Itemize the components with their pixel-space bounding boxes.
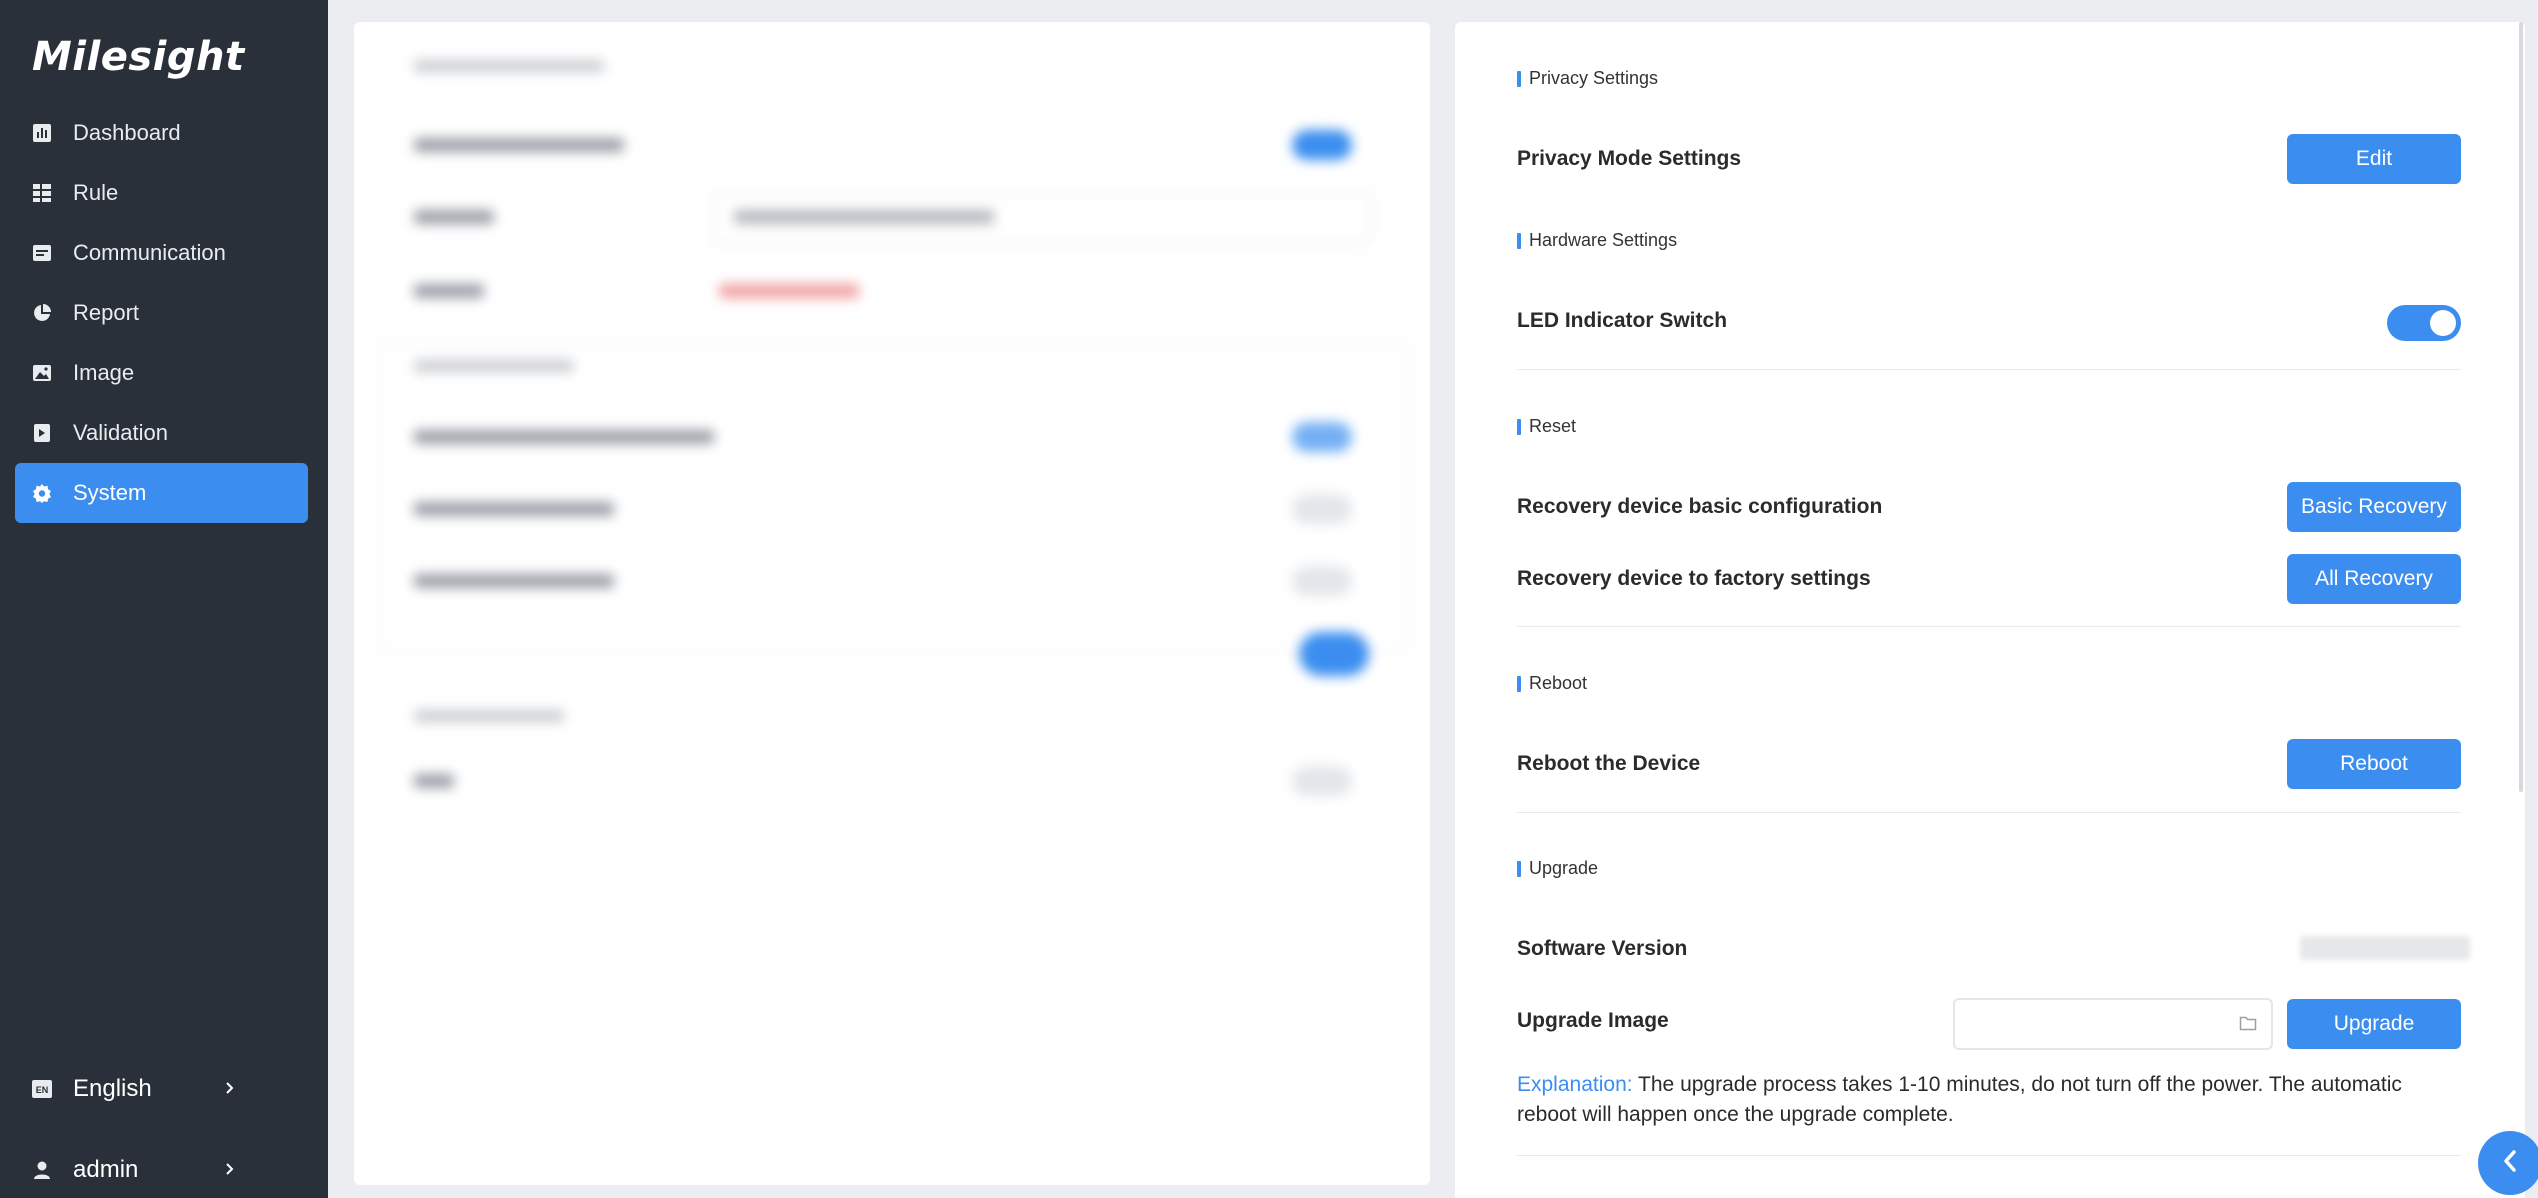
blurred-value <box>734 210 994 224</box>
reboot-button[interactable]: Reboot <box>2287 739 2461 789</box>
user-menu[interactable]: admin <box>15 1142 308 1198</box>
system-maintenance-panel: Privacy Settings Privacy Mode Settings E… <box>1455 22 2525 1198</box>
divider <box>1517 812 2461 813</box>
sidebar-item-label: Report <box>73 300 140 325</box>
sidebar-item-dashboard[interactable]: Dashboard <box>15 103 308 163</box>
software-version-value <box>2300 936 2470 960</box>
section-title-hardware: Hardware Settings <box>1517 230 1677 251</box>
all-recovery-button[interactable]: All Recovery <box>2287 554 2461 604</box>
blurred-button <box>1299 632 1369 676</box>
explanation-prefix: Explanation: <box>1517 1073 1633 1096</box>
blurred-toggle <box>1292 566 1352 596</box>
led-indicator-toggle[interactable] <box>2387 305 2461 341</box>
led-indicator-label: LED Indicator Switch <box>1517 309 1728 332</box>
image-icon <box>31 362 53 384</box>
collapse-panel-button[interactable] <box>2478 1131 2538 1195</box>
blurred-settings-panel <box>354 22 1430 1185</box>
communication-icon <box>31 242 53 264</box>
sidebar-item-label: Communication <box>73 240 226 265</box>
sidebar: Milesight Dashboard Rule Communication R… <box>0 0 328 1198</box>
blurred-content <box>354 22 1430 1185</box>
chevron-left-icon <box>2500 1147 2520 1180</box>
sidebar-item-label: Rule <box>73 180 119 205</box>
upgrade-file-input[interactable] <box>1953 998 2273 1050</box>
divider <box>1517 369 2461 370</box>
chevron-right-icon <box>224 1077 236 1105</box>
blurred-status <box>719 284 859 298</box>
user-icon <box>31 1159 53 1181</box>
privacy-edit-button[interactable]: Edit <box>2287 134 2461 184</box>
chevron-right-icon <box>224 1158 236 1186</box>
blurred-label <box>414 210 494 224</box>
upgrade-button[interactable]: Upgrade <box>2287 999 2461 1049</box>
blurred-label <box>414 284 484 298</box>
sidebar-item-system[interactable]: System <box>15 463 308 523</box>
scrollbar[interactable] <box>2519 22 2523 792</box>
blurred-toggle <box>1292 766 1352 796</box>
blurred-label <box>414 430 714 444</box>
upgrade-image-label: Upgrade Image <box>1517 1009 1669 1032</box>
software-version-label: Software Version <box>1517 937 1688 960</box>
sidebar-item-rule[interactable]: Rule <box>15 163 308 223</box>
brand-logo[interactable]: Milesight <box>32 34 245 80</box>
divider <box>1517 626 2461 627</box>
blurred-label <box>414 574 614 588</box>
blurred-label <box>414 502 614 516</box>
section-title-reset: Reset <box>1517 416 1576 437</box>
blurred-group <box>378 342 1408 652</box>
blurred-toggle <box>1292 130 1352 160</box>
section-title-privacy: Privacy Settings <box>1517 68 1658 89</box>
section-title-upgrade: Upgrade <box>1517 858 1598 879</box>
user-label: admin <box>73 1156 139 1183</box>
basic-recovery-button[interactable]: Basic Recovery <box>2287 482 2461 532</box>
validation-icon <box>31 422 53 444</box>
language-icon: EN <box>31 1078 53 1100</box>
section-title-reboot: Reboot <box>1517 673 1587 694</box>
gear-icon <box>31 482 53 504</box>
explanation-text: The upgrade process takes 1-10 minutes, … <box>1517 1073 2402 1126</box>
upgrade-explanation: Explanation: The upgrade process takes 1… <box>1517 1070 2461 1130</box>
report-icon <box>31 302 53 324</box>
dashboard-icon <box>31 122 53 144</box>
toggle-knob <box>2430 310 2456 336</box>
divider <box>1517 1155 2461 1156</box>
blurred-label <box>414 138 624 152</box>
blurred-heading <box>414 60 604 72</box>
blurred-toggle <box>1292 422 1352 452</box>
sidebar-item-image[interactable]: Image <box>15 343 308 403</box>
sidebar-item-label: Dashboard <box>73 120 181 145</box>
blurred-heading <box>414 710 564 722</box>
sidebar-item-validation[interactable]: Validation <box>15 403 308 463</box>
reboot-label: Reboot the Device <box>1517 752 1701 775</box>
rule-icon <box>31 182 53 204</box>
folder-icon[interactable] <box>2239 1015 2257 1036</box>
blurred-label <box>414 774 454 788</box>
svg-text:EN: EN <box>36 1085 49 1095</box>
language-label: English <box>73 1075 152 1102</box>
blurred-heading <box>414 360 574 372</box>
sidebar-item-label: System <box>73 480 147 505</box>
blurred-toggle <box>1292 494 1352 524</box>
sidebar-item-label: Image <box>73 360 135 385</box>
sidebar-item-report[interactable]: Report <box>15 283 308 343</box>
sidebar-nav: Dashboard Rule Communication Report Imag… <box>15 103 308 523</box>
basic-recovery-label: Recovery device basic configuration <box>1517 495 1883 518</box>
sidebar-item-label: Validation <box>73 420 168 445</box>
language-selector[interactable]: EN English <box>15 1061 308 1117</box>
privacy-mode-label: Privacy Mode Settings <box>1517 147 1742 170</box>
factory-recovery-label: Recovery device to factory settings <box>1517 567 1871 590</box>
sidebar-item-communication[interactable]: Communication <box>15 223 308 283</box>
